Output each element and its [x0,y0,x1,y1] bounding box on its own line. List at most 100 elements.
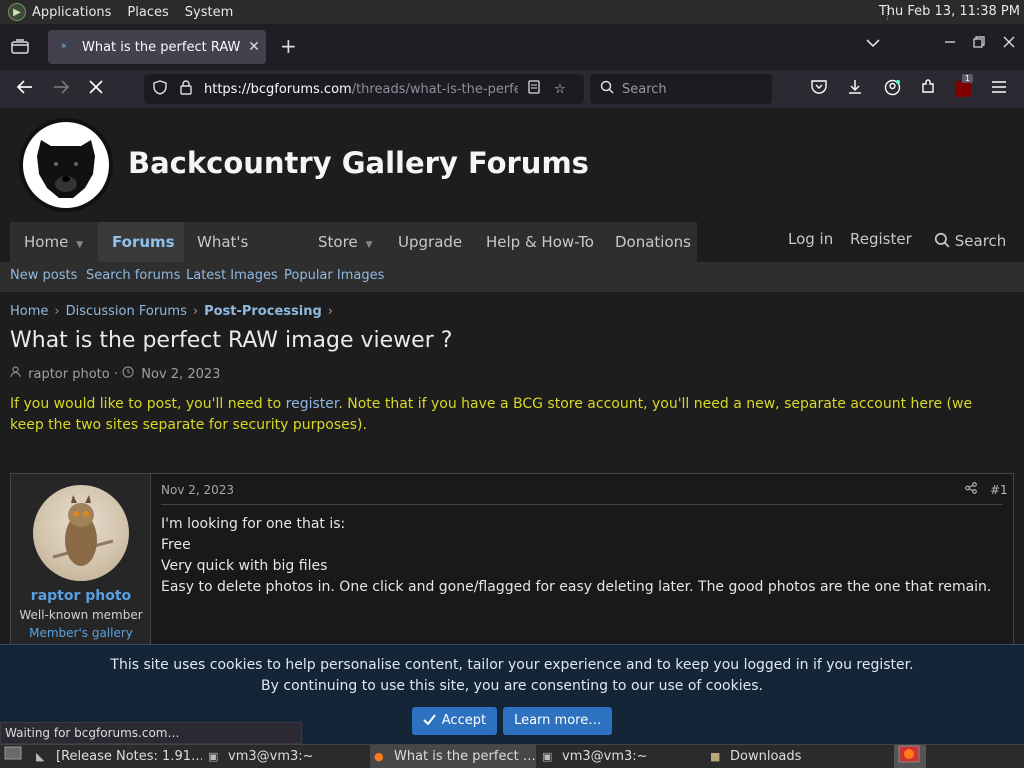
extension-badge: 1 [962,74,974,83]
system-top-panel: ▶ Applications Places System Thu Feb 13,… [0,0,1024,24]
checkmark-icon [423,714,436,726]
workspace-switcher-icon[interactable] [894,745,926,768]
post-line: Very quick with big files [161,558,328,574]
site-header: Backcountry Gallery Forums [0,108,1024,222]
nav-help-label: Help & How-To [486,233,594,251]
chevron-down-icon[interactable]: ▼ [366,240,373,250]
taskbar: ◣ [Release Notes: 1.91… ▣ vm3@vm3:~ ● What … [0,744,1024,768]
restore-icon[interactable] [973,36,985,52]
nav-store-label: Store [318,233,358,251]
status-bar: Waiting for bcgforums.com… [0,722,302,744]
nav-whats-new[interactable]: What's new▼ [183,222,303,291]
tracking-protection-icon[interactable] [150,79,170,99]
taskbar-label: [Release Notes: 1.91… [56,749,202,764]
taskbar-item-release-notes[interactable]: ◣ [Release Notes: 1.91… [32,745,202,768]
reader-view-icon[interactable] [524,80,544,98]
cookie-line-2: By continuing to use this site, you are … [261,678,763,694]
chevron-down-icon[interactable]: ▼ [76,240,83,250]
taskbar-item-terminal-1[interactable]: ▣ vm3@vm3:~ [204,745,368,768]
post-number-link[interactable]: #1 [990,483,1008,497]
lock-icon[interactable] [176,79,196,99]
taskbar-item-terminal-2[interactable]: ▣ vm3@vm3:~ [538,745,704,768]
url-host: https://bcgforums.com [204,81,352,97]
thread-meta: raptor photo · Nov 2, 2023 [10,366,220,382]
applications-menu[interactable]: Applications [32,5,111,20]
ublock-origin-icon[interactable] [955,81,971,97]
account-icon[interactable] [884,79,901,101]
search-icon [934,232,950,248]
login-link[interactable]: Log in [788,230,833,248]
applications-menu-icon[interactable]: ▶ [8,3,26,21]
taskbar-label: vm3@vm3:~ [228,749,314,764]
url-text[interactable]: https://bcgforums.com/threads/what-is-th… [204,82,518,97]
search-bar[interactable] [590,74,772,104]
subnav-new-posts[interactable]: New posts [10,268,77,283]
nav-forums[interactable]: Forums [98,222,184,262]
close-window-icon[interactable] [1003,36,1015,52]
sub-navigation: New posts Search forums Latest Images Po… [0,262,1024,292]
site-title[interactable]: Backcountry Gallery Forums [128,146,589,180]
post-line: I'm looking for one that is: [161,516,346,532]
post-username[interactable]: raptor photo [11,588,151,604]
cookie-line-1: This site uses cookies to help personali… [110,657,914,673]
new-tab-icon[interactable]: + [280,36,297,56]
extensions-icon[interactable] [920,79,936,100]
register-link[interactable]: Register [850,230,912,248]
meta-separator: · [113,367,123,382]
loading-favicon-icon: ✶ [60,42,68,52]
learn-more-button[interactable]: Learn more… [503,707,613,735]
bookmark-star-icon[interactable]: ☆ [550,82,570,97]
stop-loading-icon[interactable] [88,79,104,100]
app-menu-icon[interactable] [991,79,1007,99]
register-notice-link[interactable]: register [286,396,339,412]
chevron-right-icon: › [192,304,199,319]
nav-store[interactable]: Store ▼ [304,222,384,262]
subnav-search-forums[interactable]: Search forums [86,268,180,283]
thread-date[interactable]: Nov 2, 2023 [141,367,220,382]
downloads-icon[interactable] [847,79,863,100]
system-menu[interactable]: System [185,5,233,20]
accept-cookies-button[interactable]: Accept [411,707,498,735]
subnav-popular-images[interactable]: Popular Images [284,268,384,283]
members-gallery-link[interactable]: Member's gallery [11,626,151,640]
post-date[interactable]: Nov 2, 2023 [161,483,234,497]
thread-title: What is the perfect RAW image viewer ? [10,328,453,353]
breadcrumb-post-processing[interactable]: Post-Processing [204,304,322,319]
bear-logo-icon[interactable] [19,118,113,212]
active-tab[interactable]: ✶ What is the perfect RAW im ✕ [48,30,266,64]
breadcrumb-home[interactable]: Home [10,304,48,319]
pocket-icon[interactable] [811,79,827,99]
nav-help[interactable]: Help & How-To [472,222,608,262]
list-all-tabs-icon[interactable] [866,36,880,52]
thread-author[interactable]: raptor photo [28,367,110,382]
chevron-right-icon: › [54,304,60,319]
avatar[interactable] [33,485,129,581]
taskbar-item-downloads[interactable]: ■ Downloads [706,745,876,768]
web-page: Backcountry Gallery Forums Home ▼ Forums … [0,108,1024,746]
clock[interactable]: Thu Feb 13, 11:38 PM [879,4,1020,19]
share-icon[interactable] [965,482,977,497]
subnav-latest-images[interactable]: Latest Images [186,268,278,283]
address-bar[interactable]: https://bcgforums.com/threads/what-is-th… [144,74,584,104]
post-body: I'm looking for one that is: Free Very q… [161,514,991,598]
site-search-button[interactable]: Search [934,232,1006,250]
nav-home-label: Home [24,233,69,251]
breadcrumb: Home › Discussion Forums › Post-Processing › [10,304,339,319]
forward-icon[interactable] [52,79,70,100]
nav-donations-label: Donations [615,233,691,251]
places-menu[interactable]: Places [127,5,168,20]
nav-donations[interactable]: Donations [601,222,705,262]
firefox-view-icon[interactable] [0,39,40,55]
minimize-icon[interactable] [944,36,956,52]
close-tab-icon[interactable]: ✕ [242,39,266,55]
nav-home[interactable]: Home ▼ [10,222,98,262]
taskbar-label: Downloads [730,749,802,764]
taskbar-item-firefox[interactable]: ● What is the perfect … [370,745,536,768]
show-desktop-icon[interactable] [0,745,28,768]
nav-upgrade[interactable]: Upgrade [384,222,476,262]
tab-title: What is the perfect RAW im [82,39,242,55]
back-icon[interactable] [16,79,34,100]
breadcrumb-discussion-forums[interactable]: Discussion Forums [66,304,187,319]
search-input[interactable] [622,81,762,97]
cookie-notice-text: This site uses cookies to help personali… [0,655,1024,697]
